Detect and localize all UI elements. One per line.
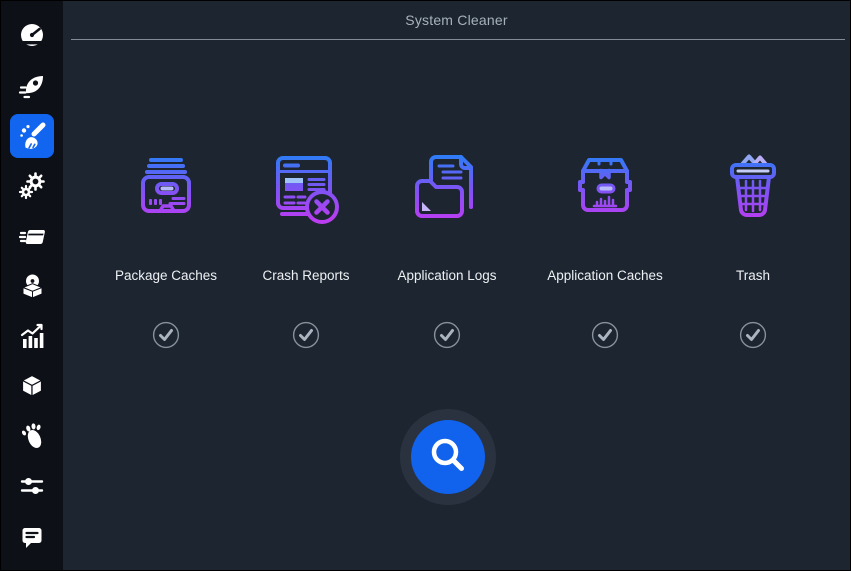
check-circle-icon[interactable] bbox=[739, 321, 767, 349]
package-disc-icon bbox=[18, 272, 46, 300]
category-package-caches[interactable]: Package Caches bbox=[100, 150, 232, 349]
message-icon bbox=[18, 522, 46, 550]
gnome-foot-icon bbox=[18, 422, 46, 450]
category-application-caches[interactable]: Application Caches bbox=[539, 150, 671, 349]
application-caches-icon bbox=[563, 150, 647, 239]
scan-button[interactable] bbox=[411, 420, 485, 494]
sidebar-item-processes[interactable] bbox=[1, 211, 63, 261]
category-label: Crash Reports bbox=[262, 267, 350, 283]
sidebar-item-uninstaller[interactable] bbox=[1, 261, 63, 311]
package-caches-icon bbox=[124, 150, 208, 239]
bar-chart-icon bbox=[18, 322, 46, 350]
speedometer-icon bbox=[18, 22, 46, 50]
check-circle-icon[interactable] bbox=[292, 321, 320, 349]
category-label: Application Caches bbox=[547, 267, 663, 283]
cube-box-icon bbox=[18, 372, 46, 400]
sidebar bbox=[1, 1, 63, 570]
header-divider bbox=[71, 39, 845, 40]
gears-icon bbox=[18, 172, 46, 200]
sidebar-item-feedback[interactable] bbox=[1, 511, 63, 561]
magnifier-icon bbox=[426, 433, 470, 482]
sliders-icon bbox=[18, 472, 46, 500]
system-cleaner-page: System Cleaner Package Caches Crash Repo… bbox=[63, 1, 850, 570]
page-header: System Cleaner bbox=[63, 1, 850, 39]
sidebar-item-gnome-settings[interactable] bbox=[1, 411, 63, 461]
page-title: System Cleaner bbox=[405, 12, 508, 28]
sidebar-item-resources[interactable] bbox=[1, 311, 63, 361]
sidebar-item-system-cleaner[interactable] bbox=[1, 111, 63, 161]
application-logs-icon bbox=[405, 150, 489, 239]
cleaner-categories: Package Caches Crash Reports Application… bbox=[63, 150, 850, 370]
sidebar-item-startup-apps[interactable] bbox=[1, 61, 63, 111]
check-circle-icon[interactable] bbox=[591, 321, 619, 349]
category-label: Application Logs bbox=[397, 267, 497, 283]
sidebar-item-settings[interactable] bbox=[1, 461, 63, 511]
sidebar-item-apt-packages[interactable] bbox=[1, 361, 63, 411]
category-label: Package Caches bbox=[114, 267, 218, 283]
trash-icon bbox=[711, 150, 795, 239]
check-circle-icon[interactable] bbox=[433, 321, 461, 349]
crash-reports-icon bbox=[264, 150, 348, 239]
category-trash[interactable]: Trash bbox=[687, 150, 819, 349]
scan-button-ring bbox=[400, 409, 496, 505]
category-application-logs[interactable]: Application Logs bbox=[381, 150, 513, 349]
rocket-icon bbox=[18, 72, 46, 100]
category-crash-reports[interactable]: Crash Reports bbox=[240, 150, 372, 349]
category-label: Trash bbox=[735, 267, 770, 283]
sidebar-item-services[interactable] bbox=[1, 161, 63, 211]
broom-icon bbox=[17, 121, 47, 151]
stacked-window-icon bbox=[18, 222, 46, 250]
check-circle-icon[interactable] bbox=[152, 321, 180, 349]
sidebar-item-dashboard[interactable] bbox=[1, 11, 63, 61]
